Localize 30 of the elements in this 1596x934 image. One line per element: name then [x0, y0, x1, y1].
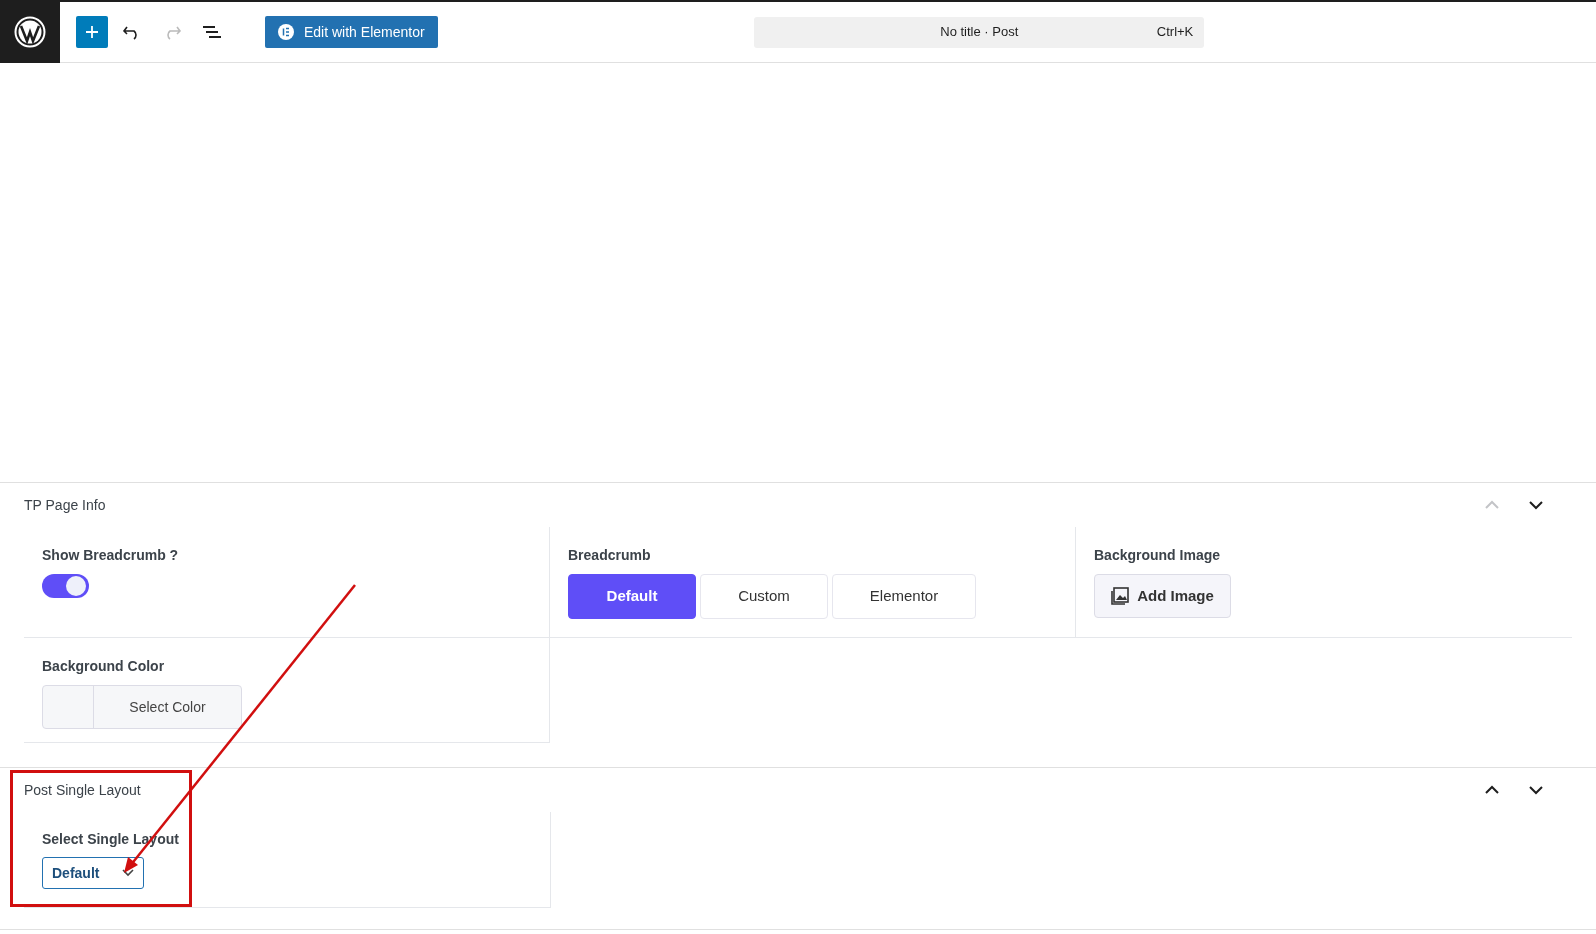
section-title: Post Single Layout	[24, 780, 142, 800]
list-view-icon	[202, 24, 222, 40]
command-bar[interactable]: No title · Post Ctrl+K	[754, 16, 1205, 48]
field-label: Breadcrumb	[568, 546, 652, 565]
chevron-up-icon	[1484, 785, 1500, 795]
shortcut-hint: Ctrl+K	[1156, 23, 1194, 42]
image-icon	[1111, 587, 1130, 605]
plus-icon	[84, 24, 100, 40]
field-label: Background Image	[1094, 546, 1222, 565]
breadcrumb-option[interactable]: Custom	[700, 574, 828, 619]
breadcrumb-option[interactable]: Default	[568, 574, 696, 619]
elementor-logo-icon	[278, 24, 294, 40]
chevron-down-icon	[122, 869, 134, 877]
layout-select[interactable]: Default	[42, 857, 144, 889]
chevron-down-icon	[1528, 500, 1544, 510]
color-picker-control[interactable]: Select Color	[42, 685, 242, 729]
field-label: Background Color	[42, 657, 166, 676]
add-image-button[interactable]: Add Image	[1094, 574, 1231, 618]
select-color-label: Select Color	[128, 697, 207, 717]
edit-with-elementor-button[interactable]: Edit with Elementor	[265, 16, 438, 48]
breadcrumb-option[interactable]: Elementor	[832, 574, 976, 619]
wordpress-logo-tile[interactable]	[0, 1, 60, 63]
field-label: Show Breadcrumb ?	[42, 546, 180, 565]
add-block-button[interactable]	[76, 16, 108, 48]
document-title: No title · Post	[940, 23, 1019, 42]
wordpress-logo-icon	[14, 16, 46, 48]
section-title: TP Page Info	[24, 495, 107, 515]
chevron-down-icon	[1528, 785, 1544, 795]
toggle-switch[interactable]	[42, 574, 89, 598]
chevron-up-icon	[1484, 500, 1500, 510]
